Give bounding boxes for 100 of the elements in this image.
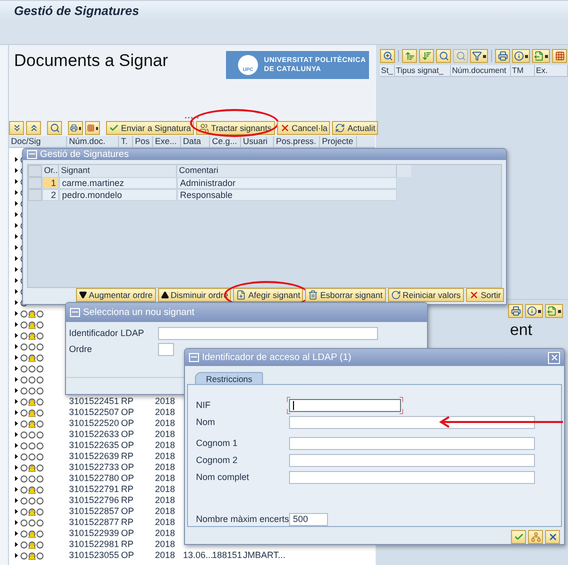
splitter-grip-icon[interactable] bbox=[185, 116, 199, 120]
expand-arrow-icon[interactable] bbox=[15, 498, 18, 503]
toolbar-button[interactable]: Cancel·la bbox=[276, 121, 330, 135]
export-button[interactable] bbox=[545, 304, 563, 318]
print-button[interactable] bbox=[68, 121, 83, 135]
expand-arrow-icon[interactable] bbox=[15, 157, 18, 162]
sort-descending-button[interactable] bbox=[419, 49, 434, 63]
column-header[interactable]: Núm.document bbox=[451, 65, 511, 76]
dialog-button[interactable]: Augmentar ordre bbox=[76, 288, 156, 302]
dialog-button[interactable]: Afegir signant bbox=[233, 288, 304, 302]
expand-arrow-icon[interactable] bbox=[15, 388, 18, 393]
expand-arrow-icon[interactable] bbox=[15, 300, 18, 305]
cancel-button[interactable] bbox=[545, 530, 560, 544]
expand-arrow-icon[interactable] bbox=[15, 234, 18, 239]
column-header[interactable]: TM bbox=[511, 65, 535, 76]
print-button[interactable] bbox=[508, 304, 523, 318]
expand-arrow-icon[interactable] bbox=[15, 201, 18, 206]
tab[interactable]: Restriccions bbox=[195, 372, 264, 385]
column-header[interactable]: Ce.g... bbox=[210, 136, 241, 147]
column-header[interactable]: Tipus signat_ bbox=[395, 65, 451, 76]
find-button[interactable] bbox=[47, 121, 62, 135]
expand-arrow-icon[interactable] bbox=[15, 179, 18, 184]
expand-arrow-icon[interactable] bbox=[15, 542, 18, 547]
confirm-button[interactable] bbox=[511, 530, 526, 544]
column-header[interactable]: Data bbox=[181, 136, 210, 147]
expand-arrow-icon[interactable] bbox=[15, 454, 18, 459]
expand-arrow-icon[interactable] bbox=[15, 399, 18, 404]
expand-arrow-icon[interactable] bbox=[15, 377, 18, 382]
column-header[interactable]: Núm.doc. bbox=[67, 136, 119, 147]
column-header[interactable]: Doc/Sig bbox=[9, 136, 67, 147]
expand-arrow-icon[interactable] bbox=[15, 410, 18, 415]
refresh-icon bbox=[335, 123, 346, 133]
expand-arrow-icon[interactable] bbox=[15, 432, 18, 437]
sort-ascending-button[interactable] bbox=[402, 49, 417, 63]
column-header[interactable]: Exe... bbox=[153, 136, 181, 147]
table-cell: 2 bbox=[42, 189, 59, 201]
expand-arrow-icon[interactable] bbox=[15, 509, 18, 514]
input-field[interactable]: 500 bbox=[289, 512, 328, 526]
expand-arrow-icon[interactable] bbox=[15, 421, 18, 426]
toolbar-button[interactable] bbox=[9, 121, 24, 135]
expand-arrow-icon[interactable] bbox=[15, 190, 18, 195]
input-field[interactable] bbox=[289, 470, 535, 484]
layout-button[interactable] bbox=[85, 121, 100, 135]
expand-arrow-icon[interactable] bbox=[15, 322, 18, 327]
export-button[interactable] bbox=[532, 49, 550, 63]
column-header[interactable]: Projecte bbox=[320, 136, 357, 147]
expand-arrow-icon[interactable] bbox=[15, 344, 18, 349]
column-header[interactable]: Ex. bbox=[535, 65, 568, 76]
input-field[interactable] bbox=[289, 454, 535, 466]
column-header[interactable]: Pos.press. bbox=[274, 136, 320, 147]
input-field[interactable] bbox=[289, 416, 535, 428]
expand-arrow-icon[interactable] bbox=[15, 487, 18, 492]
find-button[interactable] bbox=[436, 49, 451, 63]
hierarchy-button[interactable] bbox=[528, 530, 543, 544]
expand-arrow-icon[interactable] bbox=[15, 256, 18, 261]
expand-arrow-icon[interactable] bbox=[15, 333, 18, 338]
expand-arrow-icon[interactable] bbox=[15, 366, 18, 371]
input-field[interactable] bbox=[158, 342, 174, 356]
column-header[interactable]: St_ bbox=[380, 65, 395, 76]
section-heading: ent bbox=[510, 322, 534, 340]
expand-arrow-icon[interactable] bbox=[15, 443, 18, 448]
expand-arrow-icon[interactable] bbox=[15, 311, 18, 316]
expand-arrow-icon[interactable] bbox=[15, 212, 18, 217]
expand-arrow-icon[interactable] bbox=[15, 168, 18, 173]
expand-arrow-icon[interactable] bbox=[15, 476, 18, 481]
input-field[interactable] bbox=[158, 326, 378, 340]
expand-arrow-icon[interactable] bbox=[15, 245, 18, 250]
table-cell-text: OP bbox=[120, 462, 134, 473]
input-field[interactable] bbox=[289, 398, 401, 412]
expand-arrow-icon[interactable] bbox=[15, 355, 18, 360]
expand-arrow-icon[interactable] bbox=[15, 553, 18, 558]
toolbar-button[interactable]: Enviar a Signatura bbox=[106, 121, 194, 135]
expand-arrow-icon[interactable] bbox=[15, 223, 18, 228]
info-button[interactable] bbox=[512, 49, 530, 63]
column-header[interactable]: T. bbox=[119, 136, 133, 147]
dialog-button[interactable]: Reiniciar valors bbox=[388, 288, 464, 302]
close-button[interactable] bbox=[548, 352, 560, 364]
dialog-title: Identificador de acceso al LDAP (1) bbox=[202, 352, 352, 363]
column-header[interactable]: Usuari bbox=[241, 136, 274, 147]
column-header[interactable]: Pos bbox=[133, 136, 153, 147]
table-cell-text: 3101522633 bbox=[68, 429, 120, 440]
expand-arrow-icon[interactable] bbox=[15, 278, 18, 283]
input-field[interactable] bbox=[289, 436, 535, 450]
expand-arrow-icon[interactable] bbox=[15, 531, 18, 536]
dropdown-icon bbox=[483, 54, 486, 58]
table-cell-text: OP bbox=[120, 407, 134, 418]
expand-arrow-icon[interactable] bbox=[15, 465, 18, 470]
filter-button[interactable] bbox=[470, 49, 488, 63]
zoom-button[interactable] bbox=[380, 49, 395, 63]
expand-arrow-icon[interactable] bbox=[15, 289, 18, 294]
dialog-button[interactable]: Esborrar signant bbox=[305, 288, 386, 302]
table-cell-text: 2018 bbox=[154, 550, 176, 561]
toolbar-button[interactable] bbox=[26, 121, 41, 135]
dialog-button[interactable]: Sortir bbox=[466, 288, 504, 302]
print-button[interactable] bbox=[495, 49, 510, 63]
toolbar-button[interactable]: Actualit bbox=[332, 121, 378, 135]
info-button[interactable] bbox=[525, 304, 543, 318]
expand-arrow-icon[interactable] bbox=[15, 267, 18, 272]
toolbar-button[interactable]: Tractar signants bbox=[196, 121, 275, 135]
expand-arrow-icon[interactable] bbox=[15, 520, 18, 525]
